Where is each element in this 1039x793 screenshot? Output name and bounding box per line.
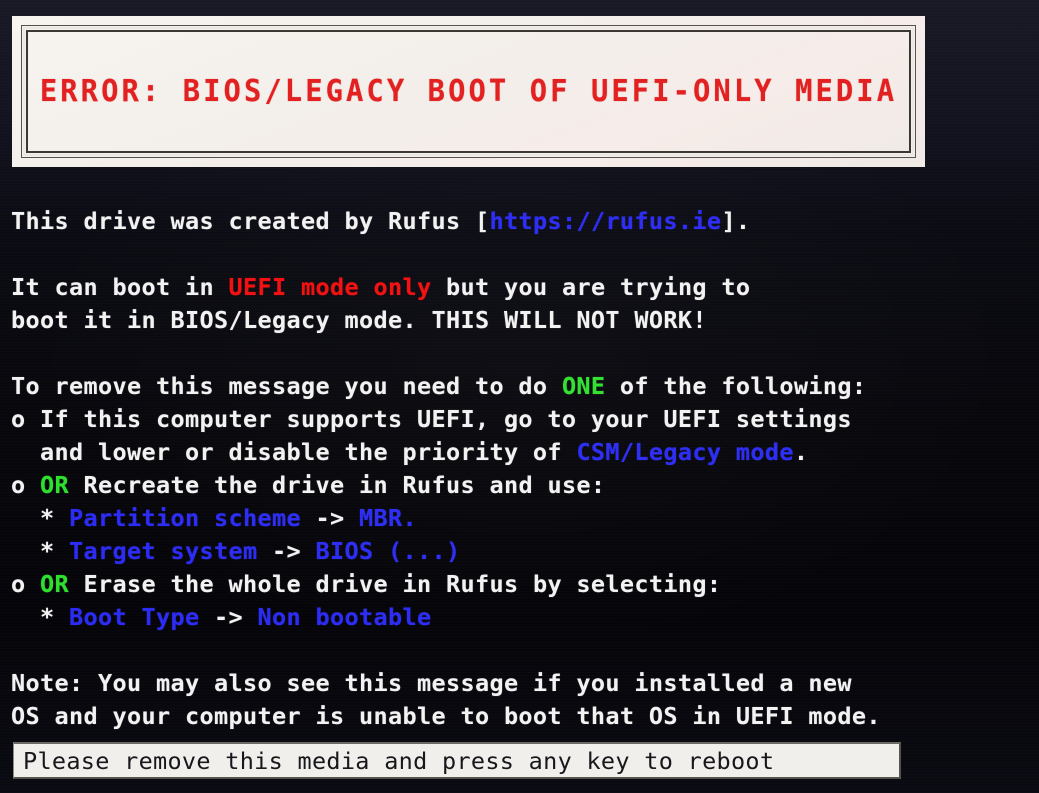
bullet-marker-o-1: o [11, 471, 40, 499]
console-line-partition-scheme: * Partition scheme -> MBR. [11, 502, 1039, 535]
text-csm-suffix: . [793, 438, 809, 466]
console-line-csm-legacy: and lower or disable the priority of CSM… [11, 436, 1039, 469]
console-text-block: This drive was created by Rufus [https:/… [11, 205, 1039, 733]
setting-value-bios: BIOS (...) [315, 537, 461, 565]
text-to-remove-prefix: To remove this message you need to do [11, 372, 562, 400]
console-line-option-uefi-settings: o If this computer supports UEFI, go to … [11, 405, 852, 433]
bullet-marker-star-2: * [11, 537, 69, 565]
rufus-website-link[interactable]: https://rufus.ie [489, 207, 721, 235]
text-or-emphasis-2: OR [40, 570, 69, 598]
text-created-by-suffix: ]. [721, 207, 751, 235]
console-line-will-not-work: boot it in BIOS/Legacy mode. THIS WILL N… [11, 306, 707, 334]
console-line-option-recreate: o OR Recreate the drive in Rufus and use… [11, 469, 1039, 502]
console-line-to-remove: To remove this message you need to do ON… [11, 370, 1039, 403]
console-line-created-by: This drive was created by Rufus [https:/… [11, 205, 1039, 238]
text-to-remove-suffix: of the following: [605, 372, 867, 400]
reboot-prompt-text: Please remove this media and press any k… [23, 746, 775, 775]
text-uefi-mode-only-emphasis: UEFI mode only [228, 273, 432, 301]
text-recreate-drive: Recreate the drive in Rufus and use: [69, 471, 606, 499]
text-or-emphasis-1: OR [40, 471, 69, 499]
console-line-note-1: Note: You may also see this message if y… [11, 669, 852, 697]
error-banner-frame: ERROR: BIOS/LEGACY BOOT OF UEFI-ONLY MED… [23, 27, 914, 156]
console-line-note-2: OS and your computer is unable to boot t… [11, 702, 881, 730]
text-uefi-only-prefix: It can boot in [11, 273, 229, 301]
arrow-icon-2: -> [257, 537, 316, 565]
setting-suffix-1: . [402, 504, 417, 532]
console-line-boot-type: * Boot Type -> Non bootable [11, 601, 1039, 634]
reboot-prompt-bar: Please remove this media and press any k… [13, 742, 901, 779]
text-csm-prefix: and lower or disable the priority of [11, 438, 577, 466]
bullet-marker-star-1: * [11, 504, 69, 532]
console-line-target-system: * Target system -> BIOS (...) [11, 535, 1039, 568]
console-line-uefi-only: It can boot in UEFI mode only but you ar… [11, 271, 1039, 304]
text-one-emphasis: ONE [561, 372, 606, 400]
arrow-icon-1: -> [300, 504, 359, 532]
text-csm-legacy-mode: CSM/Legacy mode [576, 438, 794, 466]
bullet-marker-o-2: o [11, 570, 40, 598]
setting-label-partition-scheme: Partition scheme [69, 504, 301, 532]
console-spacer-1 [11, 238, 1039, 271]
arrow-icon-3: -> [199, 603, 258, 631]
uefi-boot-error-screen: ERROR: BIOS/LEGACY BOOT OF UEFI-ONLY MED… [0, 0, 1039, 793]
setting-value-mbr: MBR [358, 504, 403, 532]
console-line-option-erase: o OR Erase the whole drive in Rufus by s… [11, 568, 1039, 601]
bullet-marker-star-3: * [11, 603, 69, 631]
text-created-by-prefix: This drive was created by Rufus [ [11, 207, 490, 235]
console-spacer-2 [11, 337, 1039, 370]
error-banner-title: ERROR: BIOS/LEGACY BOOT OF UEFI-ONLY MED… [39, 74, 898, 109]
text-uefi-only-suffix: but you are trying to [431, 273, 751, 301]
setting-value-non-bootable: Non bootable [257, 603, 432, 631]
text-erase-drive: Erase the whole drive in Rufus by select… [69, 570, 722, 598]
error-banner: ERROR: BIOS/LEGACY BOOT OF UEFI-ONLY MED… [12, 16, 925, 167]
console-spacer-3 [11, 634, 1039, 667]
setting-label-boot-type: Boot Type [69, 603, 200, 631]
setting-label-target-system: Target system [69, 537, 258, 565]
